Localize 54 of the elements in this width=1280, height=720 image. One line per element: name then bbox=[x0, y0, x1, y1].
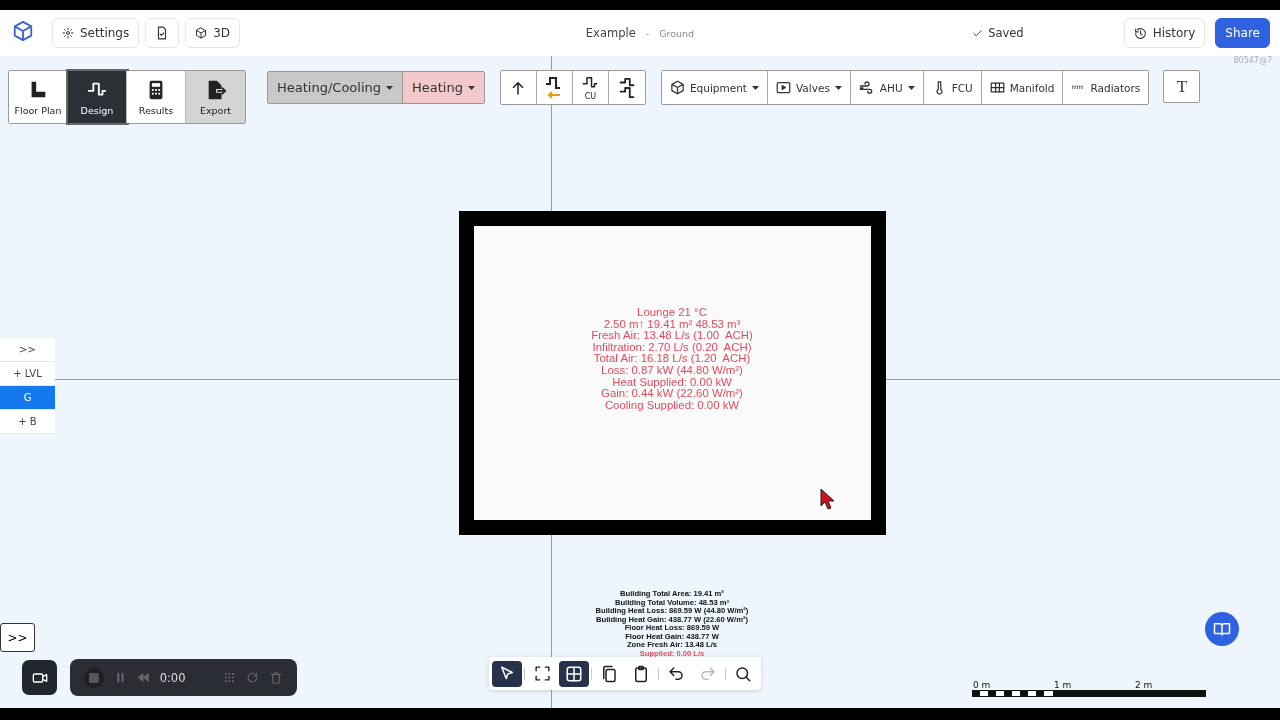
grid-tool-button[interactable] bbox=[559, 660, 589, 687]
logo-cube-icon bbox=[12, 20, 34, 42]
flow-tool-button[interactable] bbox=[501, 71, 537, 104]
caret-icon bbox=[752, 85, 759, 90]
caret-icon bbox=[907, 85, 915, 90]
wind-icon bbox=[858, 79, 875, 96]
camera-button[interactable] bbox=[22, 660, 57, 695]
trash-icon bbox=[269, 670, 283, 685]
system-dropdown[interactable]: Heating bbox=[403, 72, 484, 103]
settings-icon bbox=[62, 27, 74, 39]
history-icon bbox=[1133, 26, 1147, 40]
grid-icon bbox=[565, 664, 583, 683]
play-icon bbox=[776, 80, 791, 95]
saved-status: Saved bbox=[972, 26, 1024, 40]
checklist-button[interactable] bbox=[145, 18, 180, 48]
search-icon bbox=[734, 664, 752, 683]
clipboard-icon bbox=[632, 664, 650, 683]
title-separator: - bbox=[645, 27, 650, 39]
caret-icon bbox=[834, 85, 842, 90]
scale-bar: 0 m 1 m 2 m bbox=[972, 681, 1206, 701]
expand-panel-button[interactable]: >> bbox=[0, 623, 35, 652]
book-icon bbox=[1213, 620, 1231, 638]
grid-icon bbox=[989, 80, 1005, 95]
stop-icon bbox=[84, 667, 104, 688]
3d-button[interactable]: 3D bbox=[185, 18, 241, 48]
build-label: 80547@7 bbox=[1233, 56, 1272, 65]
level-name: Ground bbox=[659, 27, 695, 39]
text-tool-button[interactable]: T bbox=[1163, 70, 1201, 103]
project-name: Example bbox=[585, 26, 636, 40]
share-button[interactable]: Share bbox=[1215, 18, 1270, 48]
level-button[interactable]: G bbox=[0, 386, 55, 410]
caret-icon bbox=[468, 85, 475, 90]
recording-time: 0:00 bbox=[159, 670, 186, 685]
grid-dots-icon bbox=[223, 671, 237, 684]
room-label: Lounge 21 °C 2.50 m↑ 19.41 m² 48.53 m³ Fresh Air: 13.48 L/s (1.00 ACH) Infiltration: 2.70 L/s (0.20 ACH) Total Air: 16.18 L/s (1.20 ACH) Loss: 0.87 kW (44.80 W/m²) Heat Supplied: 0.00 kW Gain: 0.44 kW (22.60 W/m²) Cooling Supplied: 0.00 kW bbox=[590, 307, 754, 412]
settings-button[interactable]: Settings bbox=[52, 18, 140, 48]
fit-screen-icon bbox=[533, 665, 551, 682]
rewind-icon bbox=[136, 671, 150, 684]
cube-icon bbox=[195, 27, 208, 39]
undo-icon bbox=[667, 664, 685, 683]
cube-icon bbox=[670, 80, 685, 95]
mode-tab[interactable]: Design bbox=[68, 71, 127, 123]
reset-icon bbox=[246, 671, 260, 684]
equipment-button[interactable]: Equipment bbox=[662, 71, 768, 104]
help-button[interactable] bbox=[1205, 612, 1239, 646]
redo-icon bbox=[699, 664, 717, 683]
mouse-cursor-icon bbox=[820, 488, 836, 510]
mode-tab[interactable]: Results bbox=[127, 71, 186, 123]
copy-icon bbox=[600, 664, 618, 683]
select-tool-button[interactable] bbox=[492, 660, 522, 687]
check-icon bbox=[972, 27, 984, 39]
system-dropdown[interactable]: Heating/Cooling bbox=[268, 72, 404, 103]
caret-icon bbox=[386, 85, 394, 90]
history-button[interactable]: History bbox=[1123, 18, 1206, 48]
